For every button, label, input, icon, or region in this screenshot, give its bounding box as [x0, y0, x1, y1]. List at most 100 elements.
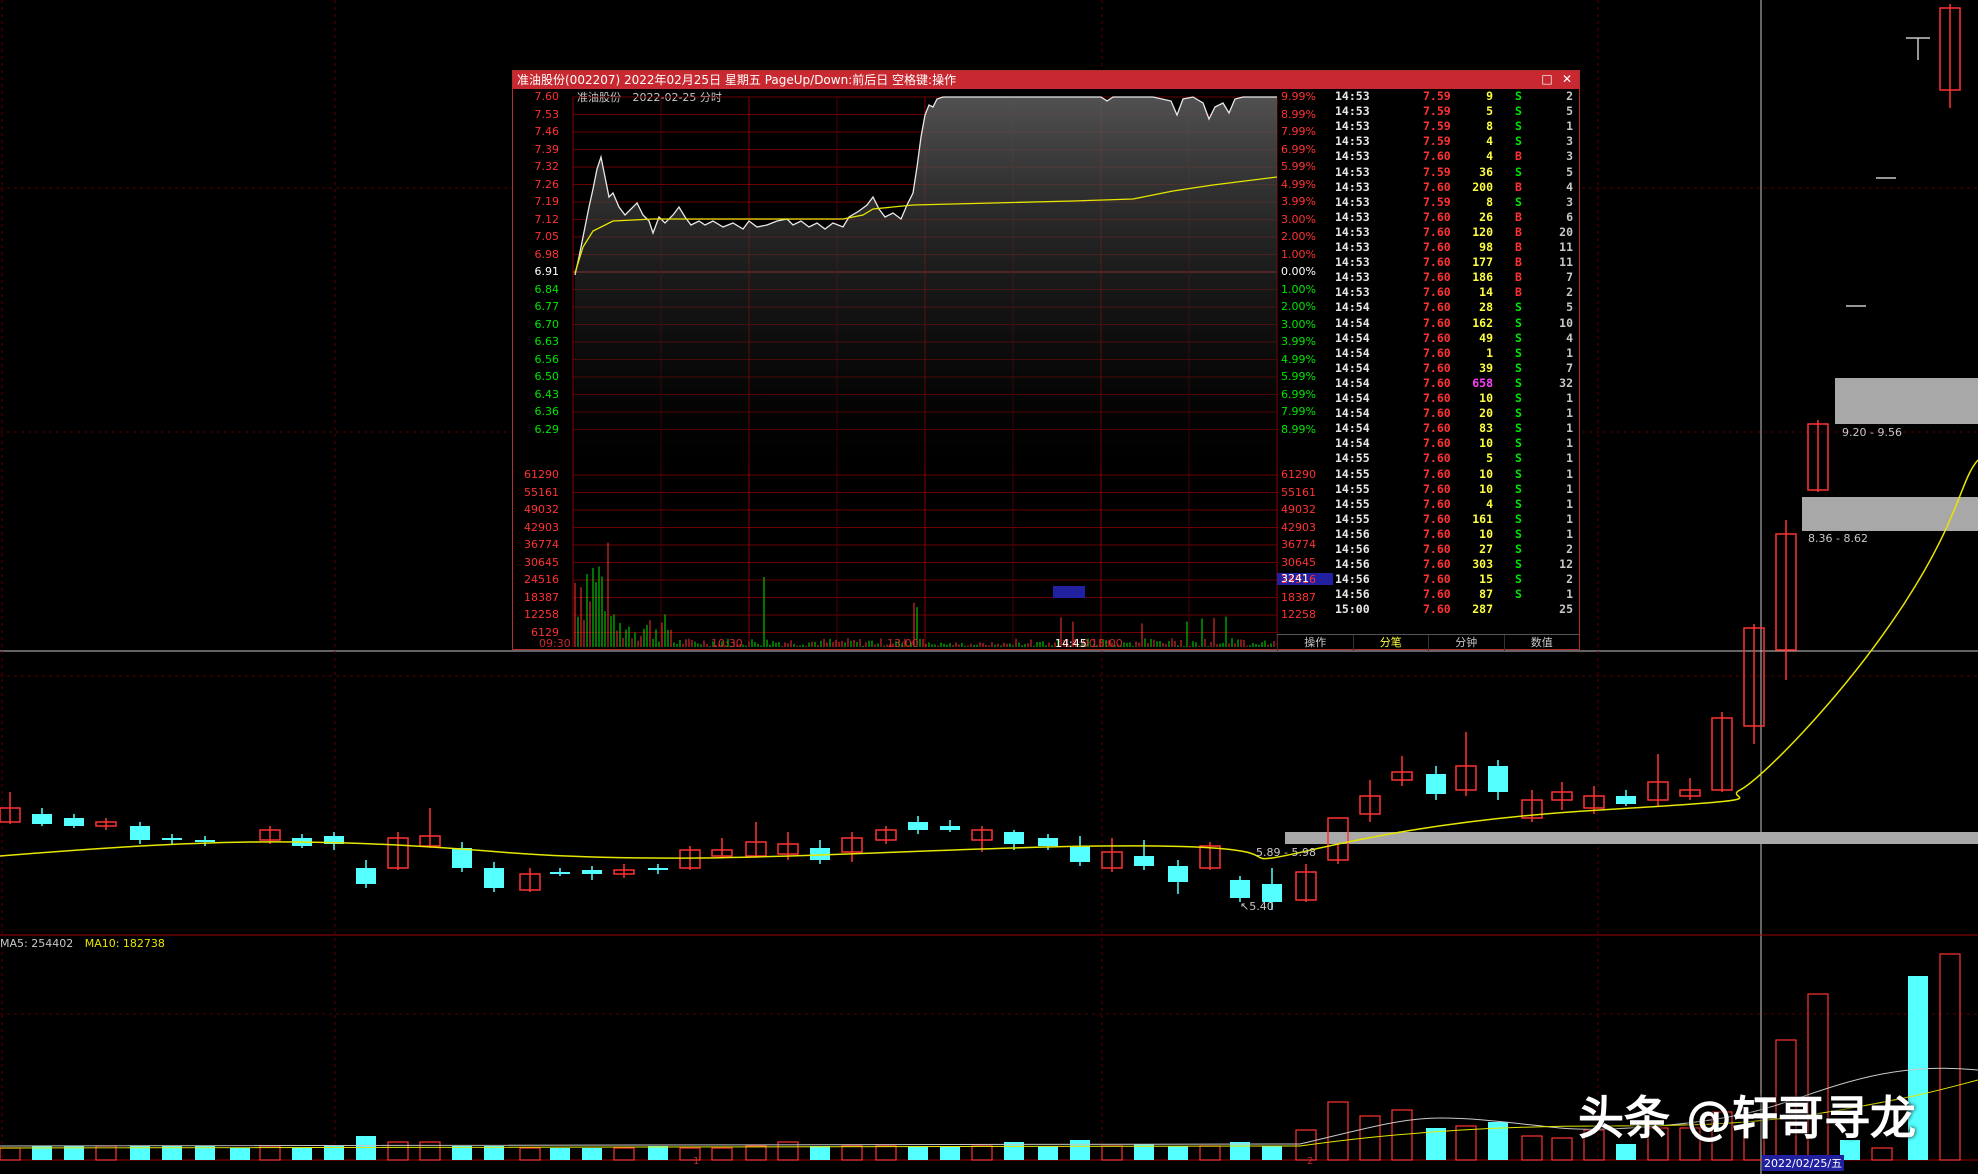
- trade-row[interactable]: 14:54 7.60 39 S 7: [1333, 361, 1577, 376]
- candle-50: [1647, 754, 1669, 806]
- trade-volume: 26: [1479, 209, 1493, 224]
- trade-side: S: [1515, 421, 1522, 436]
- trade-row[interactable]: 14:54 7.60 1 S 1: [1333, 346, 1577, 361]
- trade-side: B: [1515, 149, 1522, 164]
- candle-3: [95, 818, 117, 830]
- volume-tick-left: 30645: [524, 555, 559, 569]
- trade-time: 14:54: [1335, 300, 1370, 315]
- candle-36: [1199, 842, 1221, 870]
- trade-side: B: [1515, 224, 1522, 239]
- trade-row[interactable]: 14:53 7.60 26 B 6: [1333, 210, 1577, 225]
- candle-body-45: [1488, 766, 1508, 792]
- trade-row[interactable]: 14:53 7.60 200 B 4: [1333, 180, 1577, 195]
- trade-row[interactable]: 14:53 7.59 5 S 5: [1333, 104, 1577, 119]
- trade-row[interactable]: 14:53 7.59 36 S 5: [1333, 165, 1577, 180]
- trade-volume: 10: [1479, 436, 1493, 451]
- trade-row[interactable]: 14:54 7.60 658 S 32: [1333, 376, 1577, 391]
- trade-price: 7.60: [1423, 149, 1451, 164]
- trade-time: 14:56: [1335, 526, 1370, 541]
- trade-row[interactable]: 14:53 7.60 186 B 7: [1333, 270, 1577, 285]
- trade-row[interactable]: 14:55 7.60 10 S 1: [1333, 482, 1577, 497]
- trade-side: S: [1515, 330, 1522, 345]
- trade-count: 1: [1566, 511, 1573, 526]
- candle-19: [648, 864, 668, 874]
- tick-trade-list[interactable]: 14:53 7.59 9 S 2 14:53 7.59 5 S 5 14:53 7.59 8 S 1 14:5…: [1333, 89, 1577, 635]
- trade-time: 14:55: [1335, 481, 1370, 496]
- close-icon[interactable]: ✕: [1561, 71, 1573, 87]
- intraday-popup[interactable]: 准油股份(002207) 2022年02月25日 星期五 PageUp/Down…: [512, 70, 1580, 651]
- trade-row[interactable]: 14:53 7.60 4 B 3: [1333, 149, 1577, 164]
- candle-35: [1168, 860, 1188, 894]
- trade-side: S: [1515, 375, 1522, 390]
- trade-volume: 39: [1479, 360, 1493, 375]
- tab-values[interactable]: 数值: [1503, 635, 1580, 651]
- resistance-band-2: [1802, 497, 1978, 531]
- trade-row[interactable]: 14:53 7.59 8 S 3: [1333, 195, 1577, 210]
- volume-tick-left: 18387: [524, 590, 559, 604]
- trade-row[interactable]: 14:53 7.60 98 B 11: [1333, 240, 1577, 255]
- trade-row[interactable]: 14:55 7.60 161 S 1: [1333, 512, 1577, 527]
- trade-volume: 287: [1472, 602, 1493, 617]
- percent-tick-right: 8.99%: [1281, 107, 1316, 121]
- candle-body-14: [484, 868, 504, 888]
- trade-price: 7.60: [1423, 209, 1451, 224]
- trade-row[interactable]: 14:56 7.60 10 S 1: [1333, 527, 1577, 542]
- trade-volume: 161: [1472, 511, 1493, 526]
- trade-row[interactable]: 14:53 7.60 120 B 20: [1333, 225, 1577, 240]
- tab-ticks[interactable]: 分笔: [1352, 635, 1429, 651]
- trade-row[interactable]: 14:54 7.60 83 S 1: [1333, 421, 1577, 436]
- trade-count: 1: [1566, 466, 1573, 481]
- volume-bar-33: [1070, 1140, 1090, 1160]
- trade-row[interactable]: 14:54 7.60 162 S 10: [1333, 316, 1577, 331]
- trade-row[interactable]: 14:53 7.59 9 S 2: [1333, 89, 1577, 104]
- candle-body-2: [64, 818, 84, 826]
- trade-row[interactable]: 14:53 7.59 4 S 3: [1333, 134, 1577, 149]
- trade-side: S: [1515, 164, 1522, 179]
- volume-tick-right: 55161: [1281, 485, 1316, 499]
- candle-body-4: [130, 826, 150, 840]
- price-tick-left: 7.60: [534, 90, 560, 103]
- trade-row[interactable]: 14:56 7.60 15 S 2: [1333, 572, 1577, 587]
- trade-price: 7.59: [1423, 194, 1451, 209]
- trade-row[interactable]: 14:55 7.60 5 S 1: [1333, 451, 1577, 466]
- trade-time: 14:56: [1335, 572, 1370, 587]
- volume-tick-left: 55161: [524, 485, 559, 499]
- trade-row[interactable]: 14:56 7.60 303 S 12: [1333, 557, 1577, 572]
- trade-price: 7.60: [1423, 285, 1451, 300]
- trade-volume: 177: [1472, 255, 1493, 270]
- trade-row[interactable]: 14:53 7.60 14 B 2: [1333, 285, 1577, 300]
- popup-tabs[interactable]: 操作 分笔 分钟 数值: [1277, 634, 1579, 651]
- trade-time: 14:53: [1335, 149, 1370, 164]
- trade-row[interactable]: 14:54 7.60 10 S 1: [1333, 436, 1577, 451]
- volume-bar-0: [0, 1147, 21, 1161]
- trade-row[interactable]: 14:54 7.60 10 S 1: [1333, 391, 1577, 406]
- trade-row[interactable]: 14:56 7.60 87 S 1: [1333, 587, 1577, 602]
- tab-minute[interactable]: 分钟: [1428, 635, 1504, 651]
- trade-row[interactable]: 14:55 7.60 10 S 1: [1333, 467, 1577, 482]
- popup-title[interactable]: 准油股份(002207) 2022年02月25日 星期五 PageUp/Down…: [513, 71, 1579, 89]
- tab-operate[interactable]: 操作: [1277, 635, 1353, 651]
- maximize-icon[interactable]: □: [1541, 71, 1553, 87]
- trade-row[interactable]: 14:54 7.60 49 S 4: [1333, 331, 1577, 346]
- trade-time: 14:53: [1335, 270, 1370, 285]
- trade-side: S: [1515, 466, 1522, 481]
- trade-time: 14:54: [1335, 345, 1370, 360]
- trade-row[interactable]: 14:54 7.60 20 S 1: [1333, 406, 1577, 421]
- trade-side: S: [1515, 511, 1522, 526]
- price-tick-left: 6.43: [534, 387, 560, 401]
- trade-row[interactable]: 14:53 7.59 8 S 1: [1333, 119, 1577, 134]
- trade-row[interactable]: 14:53 7.60 177 B 11: [1333, 255, 1577, 270]
- candle-body-10: [356, 868, 376, 884]
- price-tick-left: 7.05: [534, 230, 560, 243]
- trade-side: S: [1515, 451, 1522, 466]
- volume-bar-47: [1521, 1135, 1543, 1161]
- trade-volume: 49: [1479, 330, 1493, 345]
- price-tick-left: 7.53: [534, 107, 560, 121]
- time-label: 09:30: [539, 637, 571, 650]
- trade-row[interactable]: 14:56 7.60 27 S 2: [1333, 542, 1577, 557]
- trade-row[interactable]: 14:54 7.60 28 S 5: [1333, 300, 1577, 315]
- trade-row[interactable]: 14:55 7.60 4 S 1: [1333, 497, 1577, 512]
- volume-bar-34: [1101, 1145, 1123, 1161]
- trade-row[interactable]: 15:00 7.60 287 25: [1333, 602, 1577, 617]
- volume-bar-41: [1327, 1101, 1349, 1161]
